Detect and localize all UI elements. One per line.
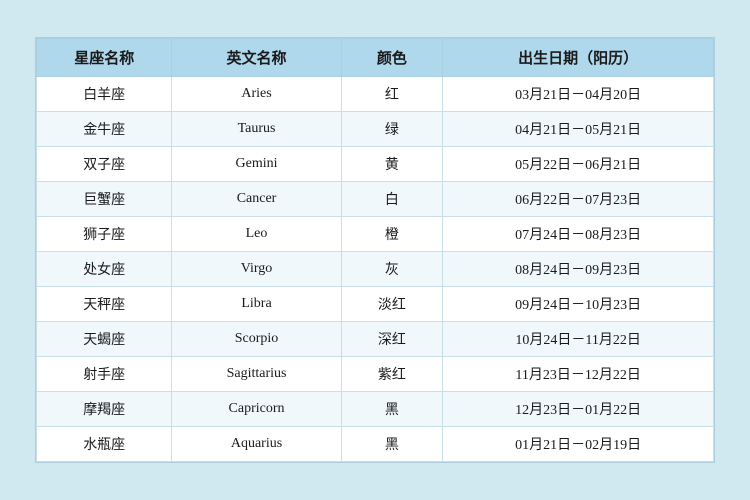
cell-date: 06月22日－07月23日 xyxy=(443,182,714,217)
table-row: 巨蟹座Cancer白06月22日－07月23日 xyxy=(37,182,714,217)
cell-cn: 水瓶座 xyxy=(37,427,172,462)
cell-date: 03月21日－04月20日 xyxy=(443,77,714,112)
cell-cn: 狮子座 xyxy=(37,217,172,252)
cell-en: Libra xyxy=(172,287,341,322)
cell-color: 橙 xyxy=(341,217,443,252)
table-row: 白羊座Aries红03月21日－04月20日 xyxy=(37,77,714,112)
cell-date: 12月23日－01月22日 xyxy=(443,392,714,427)
cell-color: 黄 xyxy=(341,147,443,182)
table-row: 水瓶座Aquarius黑01月21日－02月19日 xyxy=(37,427,714,462)
cell-cn: 巨蟹座 xyxy=(37,182,172,217)
cell-cn: 天蝎座 xyxy=(37,322,172,357)
cell-color: 白 xyxy=(341,182,443,217)
cell-date: 04月21日－05月21日 xyxy=(443,112,714,147)
cell-cn: 处女座 xyxy=(37,252,172,287)
cell-date: 07月24日－08月23日 xyxy=(443,217,714,252)
cell-en: Scorpio xyxy=(172,322,341,357)
cell-date: 05月22日－06月21日 xyxy=(443,147,714,182)
zodiac-table: 星座名称 英文名称 颜色 出生日期（阳历） 白羊座Aries红03月21日－04… xyxy=(36,38,714,462)
cell-color: 淡红 xyxy=(341,287,443,322)
table-row: 射手座Sagittarius紫红11月23日－12月22日 xyxy=(37,357,714,392)
cell-en: Virgo xyxy=(172,252,341,287)
cell-en: Sagittarius xyxy=(172,357,341,392)
table-row: 狮子座Leo橙07月24日－08月23日 xyxy=(37,217,714,252)
cell-color: 红 xyxy=(341,77,443,112)
cell-color: 黑 xyxy=(341,392,443,427)
cell-en: Cancer xyxy=(172,182,341,217)
cell-date: 01月21日－02月19日 xyxy=(443,427,714,462)
cell-color: 黑 xyxy=(341,427,443,462)
cell-date: 09月24日－10月23日 xyxy=(443,287,714,322)
table-header-row: 星座名称 英文名称 颜色 出生日期（阳历） xyxy=(37,39,714,77)
cell-en: Aquarius xyxy=(172,427,341,462)
cell-cn: 白羊座 xyxy=(37,77,172,112)
cell-en: Leo xyxy=(172,217,341,252)
table-row: 金牛座Taurus绿04月21日－05月21日 xyxy=(37,112,714,147)
cell-color: 灰 xyxy=(341,252,443,287)
cell-cn: 射手座 xyxy=(37,357,172,392)
table-row: 天秤座Libra淡红09月24日－10月23日 xyxy=(37,287,714,322)
cell-color: 绿 xyxy=(341,112,443,147)
cell-date: 10月24日－11月22日 xyxy=(443,322,714,357)
cell-cn: 双子座 xyxy=(37,147,172,182)
table-row: 处女座Virgo灰08月24日－09月23日 xyxy=(37,252,714,287)
header-cn: 星座名称 xyxy=(37,39,172,77)
cell-en: Aries xyxy=(172,77,341,112)
table-row: 摩羯座Capricorn黑12月23日－01月22日 xyxy=(37,392,714,427)
header-en: 英文名称 xyxy=(172,39,341,77)
cell-en: Gemini xyxy=(172,147,341,182)
cell-en: Capricorn xyxy=(172,392,341,427)
zodiac-table-wrapper: 星座名称 英文名称 颜色 出生日期（阳历） 白羊座Aries红03月21日－04… xyxy=(35,37,715,463)
cell-color: 深红 xyxy=(341,322,443,357)
cell-cn: 天秤座 xyxy=(37,287,172,322)
cell-date: 11月23日－12月22日 xyxy=(443,357,714,392)
header-date: 出生日期（阳历） xyxy=(443,39,714,77)
table-row: 天蝎座Scorpio深红10月24日－11月22日 xyxy=(37,322,714,357)
cell-date: 08月24日－09月23日 xyxy=(443,252,714,287)
cell-en: Taurus xyxy=(172,112,341,147)
cell-color: 紫红 xyxy=(341,357,443,392)
cell-cn: 金牛座 xyxy=(37,112,172,147)
header-color: 颜色 xyxy=(341,39,443,77)
cell-cn: 摩羯座 xyxy=(37,392,172,427)
table-row: 双子座Gemini黄05月22日－06月21日 xyxy=(37,147,714,182)
